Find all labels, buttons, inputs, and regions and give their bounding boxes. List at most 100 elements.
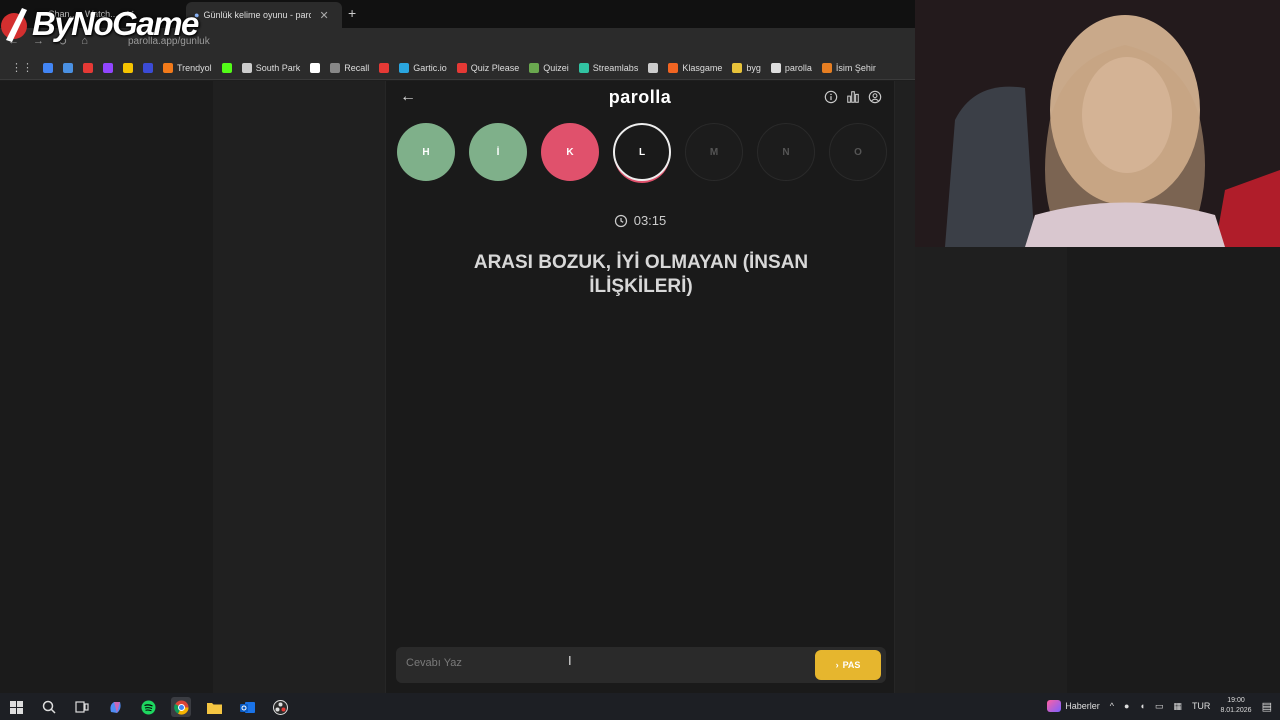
bookmark-label: Streamlabs: [592, 62, 639, 73]
app-icon: [143, 62, 153, 73]
webcam-feed: [915, 0, 1280, 247]
bookmark-item[interactable]: [645, 62, 661, 73]
bookmark-item[interactable]: [307, 62, 323, 73]
clock[interactable]: 19:00 8.01.2026: [1220, 696, 1251, 716]
taskbar: Haberler ^ ● ◖ ▭ ▦ TUR 19:00 8.01.2026 ▤: [0, 693, 1280, 720]
bookmark-item[interactable]: Recall: [327, 62, 372, 73]
parolla-icon: [770, 62, 781, 73]
microphone-icon[interactable]: ●: [1124, 701, 1129, 711]
right-blank-area: [915, 247, 1067, 693]
volume-icon[interactable]: ◖: [1139, 701, 1144, 711]
chrome-icon[interactable]: [171, 697, 191, 717]
question-text: ARASI BOZUK, İYİ OLMAYAN (İNSAN İLİŞKİLE…: [473, 252, 809, 297]
obs-icon[interactable]: [270, 697, 290, 717]
bookmark-item[interactable]: Quizei: [526, 62, 572, 73]
parolla-game: ← parolla HİKLMNO 03:15 ARASI BOZUK, İYİ…: [385, 81, 895, 693]
timer: 03:15: [386, 213, 894, 228]
clock-icon: [614, 214, 627, 227]
new-tab-button[interactable]: +: [348, 5, 356, 21]
timer-value: 03:15: [633, 213, 667, 228]
left-blank-area: [0, 81, 213, 693]
letter-circle-future: M: [685, 123, 743, 181]
youtube-icon: [456, 62, 467, 73]
news-widget-icon[interactable]: [1047, 700, 1062, 712]
bookmark-label: Klasgame: [682, 62, 723, 73]
clock-date: 8.01.2026: [1220, 707, 1252, 714]
trendyol-icon: [163, 62, 173, 73]
news-widget-label[interactable]: Haberler: [1065, 701, 1100, 711]
outlook-icon[interactable]: [237, 697, 257, 717]
search-icon[interactable]: [39, 697, 59, 717]
translate-icon: [63, 62, 73, 73]
bookmark-item[interactable]: [80, 62, 96, 73]
bookmark-item[interactable]: Streamlabs: [576, 62, 642, 73]
header-icons: [824, 90, 882, 104]
letter-circle-current: L: [613, 123, 671, 181]
bynogame-logo-text: ByNoGame: [32, 5, 199, 42]
tab-title: Günlük kelime oyunu - paro: [203, 10, 312, 20]
bookmark-label: Quiz Please: [470, 62, 520, 73]
byg-icon: [732, 62, 743, 73]
bookmark-item[interactable]: parolla: [768, 62, 815, 73]
clock-time: 19:00: [1227, 697, 1245, 704]
stats-icon[interactable]: [846, 90, 860, 104]
bookmark-label: South Park: [255, 62, 301, 73]
bookmark-item[interactable]: South Park: [239, 62, 304, 73]
streamlabs-icon: [578, 62, 589, 73]
task-view-icon[interactable]: [72, 697, 92, 717]
letter-circle-future: N: [757, 123, 815, 181]
twitch-icon: [103, 62, 113, 73]
bookmark-label: Recall: [344, 62, 370, 73]
bookmark-item[interactable]: [376, 62, 392, 73]
text-cursor-icon: I: [568, 653, 572, 668]
taskbar-apps: [6, 697, 290, 717]
bookmark-item[interactable]: [100, 62, 116, 73]
bookmark-item[interactable]: [140, 62, 156, 73]
windows-start-icon[interactable]: [6, 697, 26, 717]
bookmarks-bar: ⋮⋮ Trendyol South Park Recall Gartic.io Quiz…: [0, 56, 915, 80]
bookmark-item[interactable]: [60, 62, 76, 73]
answer-input[interactable]: [406, 657, 806, 669]
bookmark-item[interactable]: [219, 62, 235, 73]
chevron-right-icon: ›: [835, 660, 839, 670]
display-icon[interactable]: ▭: [1155, 701, 1164, 712]
bookmark-item[interactable]: İsim Şehir: [819, 62, 879, 73]
letter-circle-future: O: [829, 123, 887, 181]
bookmark-label: Trendyol: [177, 62, 212, 73]
bookmark-item[interactable]: [40, 62, 56, 73]
info-icon[interactable]: [824, 90, 838, 104]
apps-icon[interactable]: ⋮⋮: [8, 61, 36, 74]
isim-icon: [821, 62, 832, 73]
bookmark-item[interactable]: Gartic.io: [396, 62, 450, 73]
letter-circle-correct: İ: [469, 123, 527, 181]
system-tray: Haberler ^ ● ◖ ▭ ▦ TUR 19:00 8.01.2026 ▤: [1047, 696, 1272, 716]
pass-label: PAS: [842, 660, 861, 670]
chevron-up-icon[interactable]: ^: [1110, 701, 1114, 711]
browser-tab-active[interactable]: ● Günlük kelime oyunu - paro ✕: [186, 2, 342, 28]
network-icon[interactable]: ▦: [1173, 701, 1182, 712]
notification-icon[interactable]: ▤: [1262, 700, 1272, 713]
right-blank-area-2: [1067, 247, 1280, 693]
bookmark-item[interactable]: Klasgame: [665, 62, 725, 73]
close-tab-icon[interactable]: ✕: [319, 9, 328, 22]
game-header: ← parolla: [386, 81, 894, 115]
bookmark-label: Gartic.io: [413, 62, 447, 73]
bookmark-item[interactable]: Trendyol: [160, 62, 215, 73]
x-icon: [310, 62, 321, 73]
youtube-icon: [83, 62, 93, 73]
letter-circle-correct: H: [397, 123, 455, 181]
bookmark-item[interactable]: byg: [729, 62, 764, 73]
pass-button[interactable]: › PAS: [815, 650, 881, 680]
spotify-icon[interactable]: [138, 697, 158, 717]
klasgame-icon: [668, 62, 679, 73]
bookmark-item[interactable]: [120, 62, 136, 73]
file-explorer-icon[interactable]: [204, 697, 224, 717]
copilot-icon[interactable]: [105, 697, 125, 717]
language-indicator[interactable]: TUR: [1192, 701, 1211, 711]
bookmark-label: parolla: [784, 62, 812, 73]
globe-icon: [241, 62, 252, 73]
profile-icon[interactable]: [868, 90, 882, 104]
bookmark-item[interactable]: Quiz Please: [454, 62, 523, 73]
mail-icon: [123, 62, 133, 73]
google-icon: [43, 62, 53, 73]
